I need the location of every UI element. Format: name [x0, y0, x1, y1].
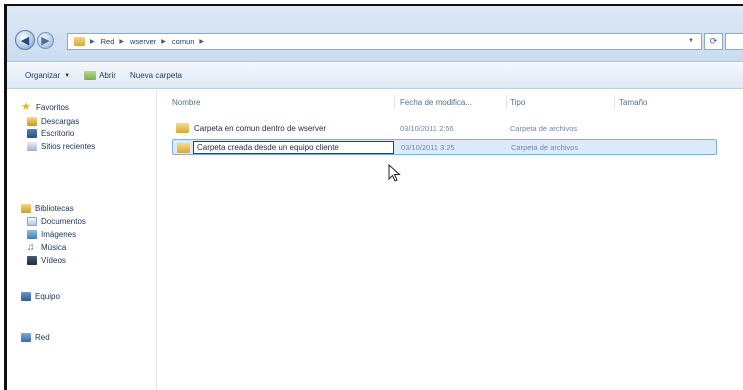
music-icon: ♫ — [27, 242, 35, 253]
downloads-icon — [27, 117, 37, 126]
open-button[interactable]: Abrir — [84, 71, 116, 80]
nav-libraries[interactable]: Bibliotecas — [21, 204, 74, 213]
libraries-icon — [21, 204, 31, 213]
mouse-cursor-icon — [388, 164, 401, 182]
nav-videos[interactable]: Vídeos — [27, 256, 66, 265]
column-divider[interactable] — [506, 95, 507, 109]
nav-label: Favoritos — [36, 103, 69, 112]
breadcrumb-share[interactable]: comun — [172, 37, 195, 46]
column-header-date[interactable]: Fecha de modifica... — [400, 98, 472, 107]
command-bar: Organizar ▼ Abrir Nueva carpeta — [7, 63, 743, 89]
file-name: Carpeta en comun dentro de wserver — [194, 123, 327, 133]
chevron-right-icon[interactable]: ▶ — [161, 38, 166, 45]
address-dropdown-icon[interactable]: ▼ — [688, 38, 694, 44]
chevron-right-icon[interactable]: ▶ — [199, 38, 204, 45]
recent-places-icon — [27, 142, 37, 151]
nav-label: Descargas — [41, 117, 80, 126]
desktop-icon — [27, 129, 37, 138]
file-type: Carpeta de archivos — [511, 142, 579, 152]
back-button[interactable]: ◀ — [15, 30, 35, 50]
new-folder-label: Nueva carpeta — [129, 71, 182, 80]
refresh-button[interactable]: ⟳ — [704, 33, 723, 50]
nav-downloads[interactable]: Descargas — [27, 117, 79, 126]
chevron-right-icon[interactable]: ▶ — [119, 38, 124, 45]
documents-icon — [27, 217, 37, 226]
file-date: 03/10/2011 2:56 — [400, 123, 454, 133]
organize-menu[interactable]: Organizar ▼ — [25, 71, 70, 80]
pictures-icon — [27, 230, 37, 239]
star-icon: ★ — [21, 101, 31, 113]
folder-icon — [74, 37, 85, 46]
column-header-size[interactable]: Tamaño — [619, 98, 647, 107]
breadcrumb-network[interactable]: Red — [101, 37, 115, 46]
nav-label: Escritorio — [41, 129, 75, 138]
videos-icon — [27, 256, 37, 265]
folder-icon — [176, 123, 189, 133]
nav-pictures[interactable]: Imágenes — [27, 230, 76, 239]
rename-input[interactable]: Carpeta creada desde un equipo cliente — [193, 141, 394, 154]
column-divider[interactable] — [614, 95, 615, 109]
folder-icon — [177, 143, 190, 153]
refresh-icon: ⟳ — [709, 36, 718, 46]
nav-music[interactable]: ♫ Música — [27, 242, 67, 253]
chevron-right-icon[interactable]: ▶ — [90, 38, 95, 45]
file-row[interactable]: Carpeta en comun dentro de wserver 03/10… — [172, 120, 717, 136]
nav-label: Vídeos — [41, 256, 66, 265]
breadcrumb-server[interactable]: wserver — [130, 37, 156, 46]
arrow-right-icon: ▶ — [41, 35, 50, 47]
nav-recent-places[interactable]: Sitios recientes — [27, 142, 95, 151]
nav-label: Música — [41, 243, 67, 252]
nav-label: Documentos — [41, 217, 86, 226]
nav-network[interactable]: Red — [21, 333, 50, 342]
nav-label: Imágenes — [41, 230, 77, 239]
nav-label: Bibliotecas — [35, 204, 74, 213]
open-label: Abrir — [99, 71, 116, 80]
column-header-type[interactable]: Tipo — [510, 98, 525, 107]
column-divider[interactable] — [394, 95, 395, 109]
forward-button[interactable]: ▶ — [37, 32, 54, 49]
computer-icon — [21, 292, 31, 301]
search-input[interactable] — [725, 33, 743, 50]
nav-label: Equipo — [35, 292, 60, 301]
explorer-window: ◀ ▶ ▶ Red ▶ wserver ▶ comun ▶ ▼ ⟳ Organi… — [4, 4, 743, 390]
file-type: Carpeta de archivos — [510, 123, 578, 133]
chevron-down-icon: ▼ — [64, 72, 71, 79]
address-row: ◀ ▶ ▶ Red ▶ wserver ▶ comun ▶ ▼ ⟳ — [7, 6, 743, 62]
new-folder-button[interactable]: Nueva carpeta — [130, 71, 182, 80]
nav-favorites[interactable]: ★ Favoritos — [21, 101, 69, 113]
navigation-pane: ★ Favoritos Descargas Escritorio Sitios … — [7, 90, 157, 390]
open-icon — [84, 71, 97, 80]
address-bar[interactable]: ▶ Red ▶ wserver ▶ comun ▶ — [67, 33, 702, 50]
arrow-left-icon: ◀ — [20, 34, 30, 47]
nav-documents[interactable]: Documentos — [27, 217, 86, 226]
nav-label: Red — [35, 333, 50, 342]
file-date: 03/10/2011 3:25 — [401, 142, 455, 152]
nav-computer[interactable]: Equipo — [21, 292, 60, 301]
file-list: Nombre Fecha de modifica... Tipo Tamaño … — [158, 90, 743, 390]
nav-desktop[interactable]: Escritorio — [27, 129, 74, 138]
file-row-selected[interactable]: Carpeta creada desde un equipo cliente 0… — [172, 139, 717, 155]
organize-label: Organizar — [25, 71, 61, 80]
nav-label: Sitios recientes — [41, 142, 96, 151]
network-icon — [21, 333, 31, 342]
column-header-name[interactable]: Nombre — [172, 98, 200, 107]
